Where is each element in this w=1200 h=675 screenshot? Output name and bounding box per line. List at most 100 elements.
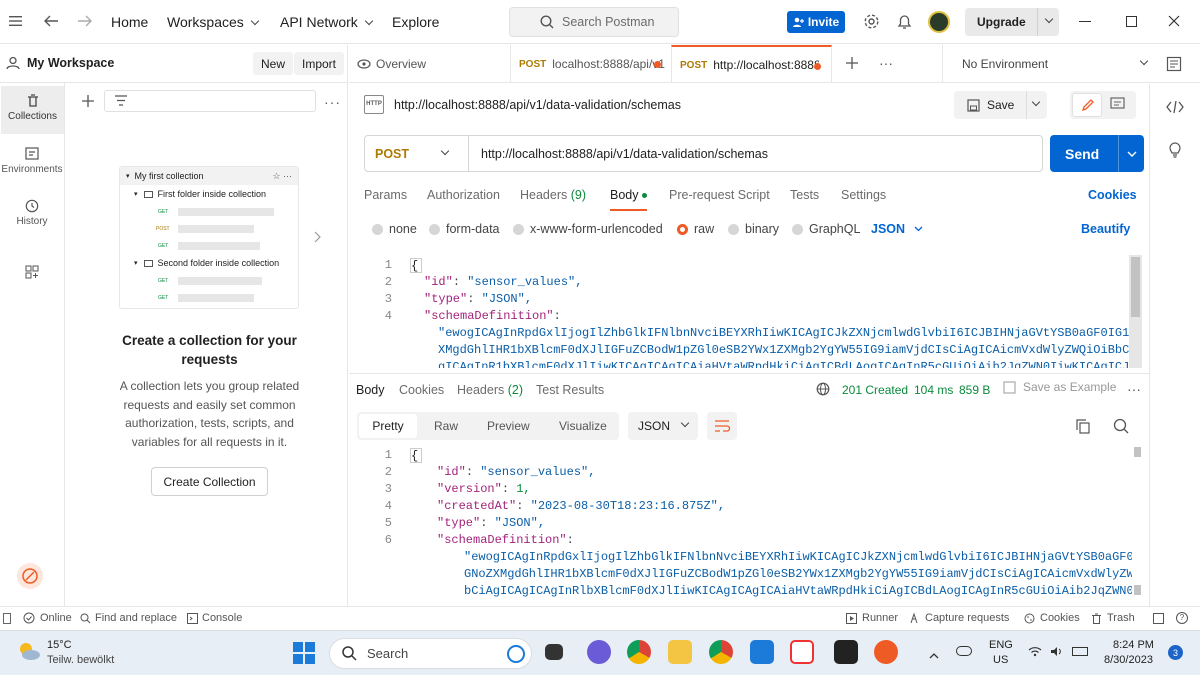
view-raw[interactable]: Raw [434, 419, 458, 433]
task-view-icon[interactable] [545, 644, 563, 660]
save-button[interactable]: Save [954, 91, 1047, 119]
upgrade-button[interactable]: Upgrade [965, 8, 1059, 36]
runner-button[interactable]: Runner [846, 612, 898, 624]
response-status[interactable]: 201 Created [842, 383, 908, 397]
invite-button[interactable]: Invite [787, 11, 845, 33]
body-type-graphql[interactable]: GraphQL [792, 222, 860, 236]
sidebar-item-history[interactable]: History [0, 199, 64, 227]
postman-logo-icon[interactable] [17, 563, 43, 589]
copy-icon[interactable] [1076, 419, 1090, 437]
tab-authorization[interactable]: Authorization [427, 188, 500, 202]
tab-params[interactable]: Params [364, 188, 407, 202]
save-as-example-button[interactable]: Save as Example [1003, 380, 1116, 394]
close-window-icon[interactable] [1168, 15, 1180, 30]
comments-icon[interactable] [1110, 97, 1126, 115]
beautify-link[interactable]: Beautify [1081, 222, 1130, 236]
vscode-icon[interactable] [750, 640, 774, 664]
raw-format-selector[interactable]: JSON [871, 222, 923, 236]
nav-home[interactable]: Home [111, 14, 148, 30]
response-body-viewer[interactable]: 1 2 3 4 5 6 { "id": "sensor_values", "ve… [358, 445, 1143, 600]
sidebar-toggle-icon[interactable] [3, 613, 11, 624]
lightbulb-icon[interactable] [1168, 141, 1182, 161]
capture-requests-button[interactable]: Capture requests [910, 612, 1009, 624]
sidebar-search-input[interactable] [104, 90, 316, 112]
globe-icon[interactable] [816, 382, 830, 399]
online-status[interactable]: Online [23, 612, 72, 624]
response-scrollbar[interactable] [1134, 445, 1141, 600]
windows-start-icon[interactable] [293, 642, 315, 667]
response-tab-body[interactable]: Body [356, 383, 385, 397]
sidebar-item-environments[interactable]: Environments [0, 147, 64, 175]
weather-temp[interactable]: 15°C [47, 639, 72, 651]
chrome-profile-icon[interactable] [709, 640, 733, 664]
more-tabs-icon[interactable]: ··· [879, 55, 893, 71]
tab-request-1[interactable]: POST localhost:8888/api/v1 [510, 45, 671, 83]
clock-time[interactable]: 8:24 PM [1113, 639, 1154, 651]
add-collection-icon[interactable] [81, 94, 95, 111]
environment-selector[interactable]: No Environment [942, 45, 1157, 82]
sidebar-item-collections[interactable]: Collections [1, 86, 64, 134]
settings-gear-icon[interactable] [863, 13, 880, 33]
new-button[interactable]: New [253, 52, 294, 75]
import-button[interactable]: Import [294, 52, 345, 75]
new-tab-icon[interactable] [845, 56, 859, 73]
body-type-none[interactable]: none [372, 222, 417, 236]
view-visualize[interactable]: Visualize [559, 419, 607, 433]
bell-icon[interactable] [897, 13, 912, 33]
send-button[interactable]: Send [1050, 135, 1144, 172]
nav-api-network[interactable]: API Network [280, 14, 374, 30]
body-type-raw[interactable]: raw [677, 222, 714, 236]
postman-app-icon[interactable] [874, 640, 898, 664]
view-pretty[interactable]: Pretty [359, 414, 417, 438]
code-icon[interactable] [1166, 100, 1184, 117]
teams-chat-icon[interactable] [587, 640, 611, 664]
chrome-icon[interactable] [627, 640, 651, 664]
minimize-window-icon[interactable] [1079, 21, 1091, 22]
search-input[interactable]: Search Postman [509, 7, 679, 37]
wifi-icon[interactable] [1028, 646, 1042, 660]
notification-badge[interactable]: 3 [1168, 645, 1183, 660]
weather-description[interactable]: Teilw. bewölkt [47, 654, 114, 666]
forward-arrow-icon[interactable] [77, 14, 93, 31]
tab-tests[interactable]: Tests [790, 188, 819, 202]
find-replace-button[interactable]: Find and replace [80, 612, 177, 624]
method-selector[interactable]: POST [365, 136, 469, 171]
create-collection-button[interactable]: Create Collection [151, 467, 268, 496]
url-input[interactable]: http://localhost:8888/api/v1/data-valida… [481, 147, 768, 161]
tray-chevron-up-icon[interactable] [929, 648, 939, 662]
taskbar-search[interactable]: Search [329, 638, 532, 669]
tab-pre-request-script[interactable]: Pre-request Script [669, 188, 770, 202]
tab-overview[interactable]: Overview [349, 45, 509, 83]
back-arrow-icon[interactable] [43, 14, 59, 31]
console-button[interactable]: Console [187, 612, 242, 624]
more-options-icon[interactable]: ··· [324, 94, 341, 110]
editor-scrollbar[interactable] [1129, 255, 1142, 368]
onedrive-cloud-icon[interactable] [956, 646, 972, 656]
nav-explore[interactable]: Explore [392, 14, 439, 30]
language-region[interactable]: US [993, 654, 1008, 666]
weather-icon[interactable] [16, 640, 42, 665]
tab-request-2[interactable]: POST http://localhost:8888/ [671, 45, 832, 83]
configure-apps-icon[interactable] [0, 265, 64, 282]
maximize-window-icon[interactable] [1126, 16, 1137, 27]
environment-quick-look-icon[interactable] [1166, 56, 1182, 75]
cookies-button[interactable]: Cookies [1024, 612, 1080, 624]
nav-workspaces[interactable]: Workspaces [167, 14, 260, 30]
response-size[interactable]: 859 B [959, 383, 990, 397]
more-options-icon[interactable]: ··· [1127, 381, 1141, 397]
battery-icon[interactable] [1072, 647, 1088, 656]
response-tab-headers[interactable]: Headers (2) [457, 383, 523, 397]
clock-date[interactable]: 8/30/2023 [1104, 654, 1153, 666]
trash-button[interactable]: Trash [1091, 612, 1135, 624]
body-type-urlencoded[interactable]: x-www-form-urlencoded [513, 222, 663, 236]
response-format-selector[interactable]: JSON [628, 412, 698, 440]
edit-pencil-icon[interactable] [1072, 93, 1102, 117]
snipping-tool-icon[interactable] [790, 640, 814, 664]
request-title[interactable]: http://localhost:8888/api/v1/data-valida… [394, 98, 681, 112]
menu-icon[interactable] [9, 15, 22, 27]
view-preview[interactable]: Preview [487, 419, 530, 433]
search-icon[interactable] [1113, 418, 1129, 437]
tab-settings[interactable]: Settings [841, 188, 886, 202]
body-type-binary[interactable]: binary [728, 222, 779, 236]
terminal-icon[interactable] [834, 640, 858, 664]
